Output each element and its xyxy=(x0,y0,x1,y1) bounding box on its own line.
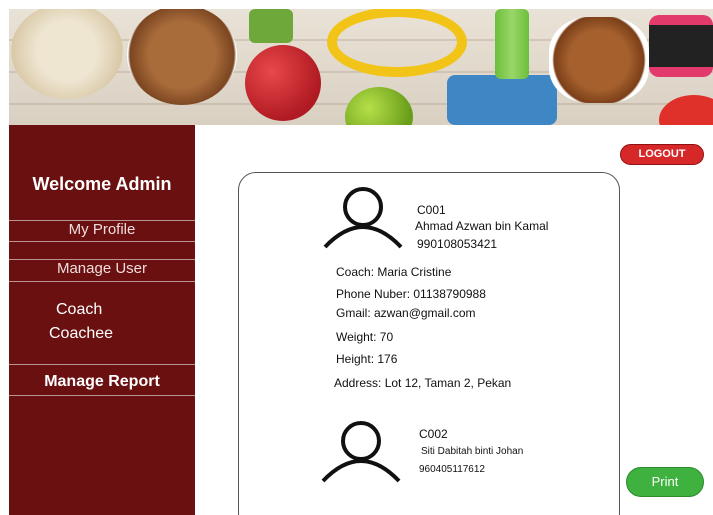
record-name: Siti Dabitah binti Johan xyxy=(421,446,524,457)
user-avatar-icon xyxy=(323,187,403,249)
tape-measure-image xyxy=(327,9,467,77)
report-card: C001 Ahmad Azwan bin Kamal 990108053421 … xyxy=(238,172,620,515)
sidebar-subitem-coach[interactable]: Coach xyxy=(56,301,102,319)
oats-bowl-image xyxy=(11,9,123,99)
record-coach: Coach: Maria Cristine xyxy=(336,265,452,279)
welcome-heading: Welcome Admin xyxy=(32,174,172,194)
sidebar-divider xyxy=(9,281,195,282)
record-phone: Phone Nuber: 01138790988 xyxy=(336,287,486,301)
sidebar-item-manage-report[interactable]: Manage Report xyxy=(9,373,195,391)
sidebar-subitem-coachee[interactable]: Coachee xyxy=(49,325,113,343)
almond-bowl-image xyxy=(549,17,649,103)
record-name: Ahmad Azwan bin Kamal xyxy=(415,219,549,233)
sidebar: Welcome Admin My Profile Manage User Coa… xyxy=(9,125,195,515)
print-button[interactable]: Print xyxy=(626,467,704,497)
record-id: C002 xyxy=(419,427,448,441)
sidebar-divider xyxy=(9,241,195,242)
record-id: C001 xyxy=(417,203,446,217)
record-height: Height: 176 xyxy=(336,352,398,366)
record-address: Address: Lot 12, Taman 2, Pekan xyxy=(334,376,512,390)
header-banner-image xyxy=(9,9,713,125)
celery-image xyxy=(495,9,529,79)
green-apple-image xyxy=(345,87,413,125)
dumbbell-image xyxy=(649,15,713,77)
user-avatar-icon xyxy=(321,421,401,483)
nuts-bowl-image xyxy=(127,9,237,105)
sidebar-divider xyxy=(9,364,195,365)
tomato-image xyxy=(659,95,713,125)
greens-image xyxy=(249,9,293,43)
logout-button[interactable]: LOGOUT xyxy=(620,144,704,165)
sidebar-item-manage-user[interactable]: Manage User xyxy=(9,260,195,277)
record-gmail: Gmail: azwan@gmail.com xyxy=(336,306,476,320)
record-ic: 960405117612 xyxy=(419,464,485,475)
sidebar-item-my-profile[interactable]: My Profile xyxy=(9,221,195,238)
record-ic: 990108053421 xyxy=(417,237,498,251)
apple-image xyxy=(245,45,321,121)
towel-image xyxy=(447,75,557,125)
sidebar-divider xyxy=(9,395,195,396)
record-weight: Weight: 70 xyxy=(336,330,394,344)
